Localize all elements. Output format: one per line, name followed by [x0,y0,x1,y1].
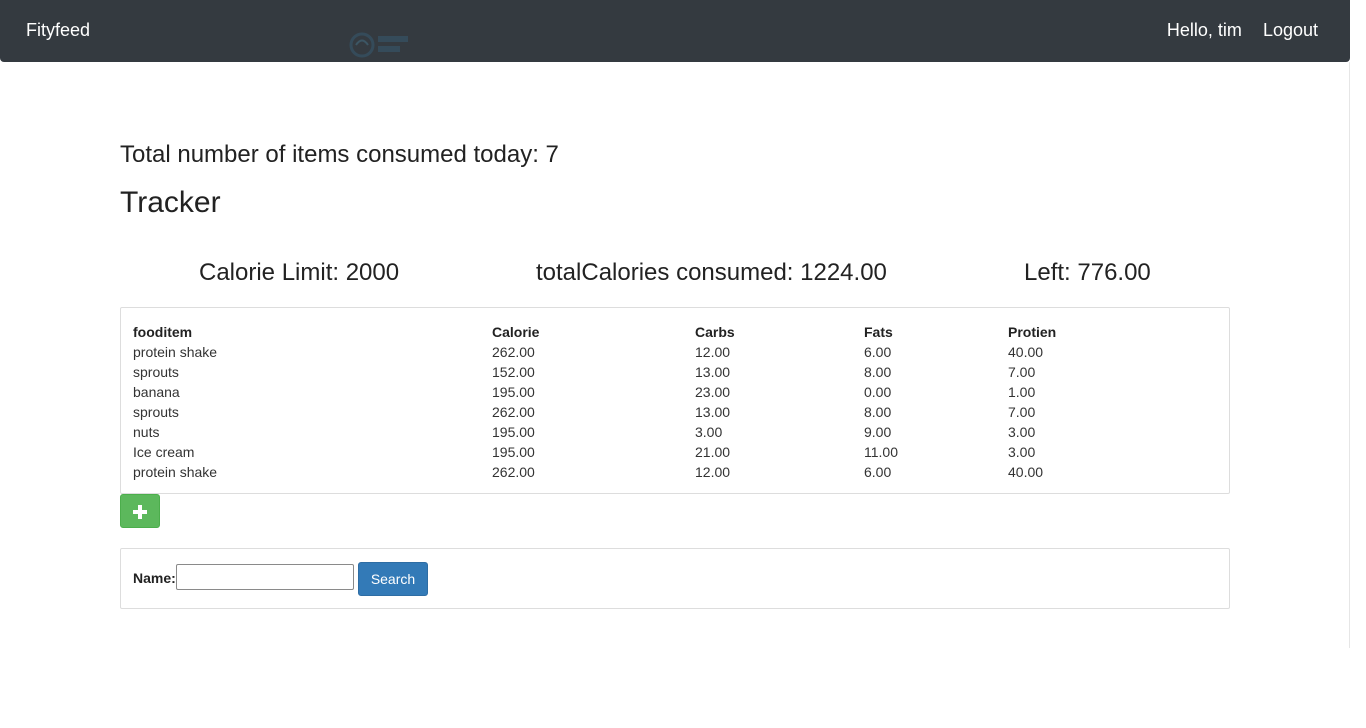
add-food-button[interactable] [120,494,160,528]
table-cell-fats: 9.00 [864,424,892,440]
table-cell-carbs: 12.00 [695,344,731,360]
table-cell-calorie: 262.00 [492,404,535,420]
table-cell-protien: 3.00 [1008,444,1036,460]
table-cell-carbs: 12.00 [695,464,731,480]
column-header-fats: Fats [864,324,893,340]
table-cell-fooditem: nuts [133,424,160,440]
name-search-input[interactable] [176,564,354,590]
table-cell-protien: 1.00 [1008,384,1036,400]
table-cell-fooditem: sprouts [133,364,179,380]
table-cell-protien: 40.00 [1008,344,1044,360]
table-cell-carbs: 13.00 [695,404,731,420]
table-cell-calorie: 195.00 [492,424,535,440]
food-table: fooditem Calorie Carbs Fats Protien prot… [120,307,1230,494]
table-cell-calorie: 195.00 [492,384,535,400]
table-cell-fats: 8.00 [864,404,892,420]
table-cell-fooditem: sprouts [133,404,179,420]
table-cell-fooditem: protein shake [133,344,218,360]
table-cell-protien: 3.00 [1008,424,1036,440]
name-label: Name: [133,570,176,586]
table-cell-fats: 6.00 [864,464,892,480]
column-header-calorie: Calorie [492,324,540,340]
search-form: Name: Search [120,548,1230,609]
table-cell-protien: 7.00 [1008,364,1036,380]
total-calories-consumed: totalCalories consumed: 1224.00 [536,259,887,286]
user-greeting[interactable]: Hello, tim [1167,20,1242,40]
table-cell-calorie: 262.00 [492,464,535,480]
table-cell-fats: 11.00 [864,444,898,460]
table-cell-calorie: 262.00 [492,344,535,360]
watermark-logo-icon [349,32,408,58]
page: Fityfeed Hello, tim Logout Total number … [0,0,1366,728]
table-cell-fooditem: protein shake [133,464,218,480]
table-cell-fats: 6.00 [864,344,892,360]
search-button[interactable]: Search [358,562,428,596]
table-cell-carbs: 13.00 [695,364,731,380]
calories-left: Left: 776.00 [1024,259,1151,286]
table-cell-fats: 8.00 [864,364,892,380]
total-items-heading: Total number of items consumed today: 7 [120,141,559,168]
column-header-carbs: Carbs [695,324,735,340]
calorie-limit: Calorie Limit: 2000 [199,259,400,286]
table-cell-fooditem: banana [133,384,180,400]
brand-link[interactable]: Fityfeed [26,20,90,41]
nav-user-menu: Hello, tim Logout [1151,20,1318,41]
plus-icon [133,505,147,519]
table-cell-calorie: 152.00 [492,364,535,380]
table-cell-fooditem: Ice cream [133,444,195,460]
table-cell-protien: 7.00 [1008,404,1036,420]
table-cell-carbs: 21.00 [695,444,731,460]
table-cell-protien: 40.00 [1008,464,1044,480]
table-cell-calorie: 195.00 [492,444,535,460]
navbar: Fityfeed Hello, tim Logout [0,0,1350,62]
column-header-fooditem: fooditem [133,324,193,340]
table-cell-carbs: 23.00 [695,384,731,400]
page-edge-divider [1349,62,1350,648]
column-header-protien: Protien [1008,324,1057,340]
table-cell-carbs: 3.00 [695,424,723,440]
logout-link[interactable]: Logout [1263,20,1318,40]
table-cell-fats: 0.00 [864,384,892,400]
tracker-title: Tracker [120,186,221,219]
